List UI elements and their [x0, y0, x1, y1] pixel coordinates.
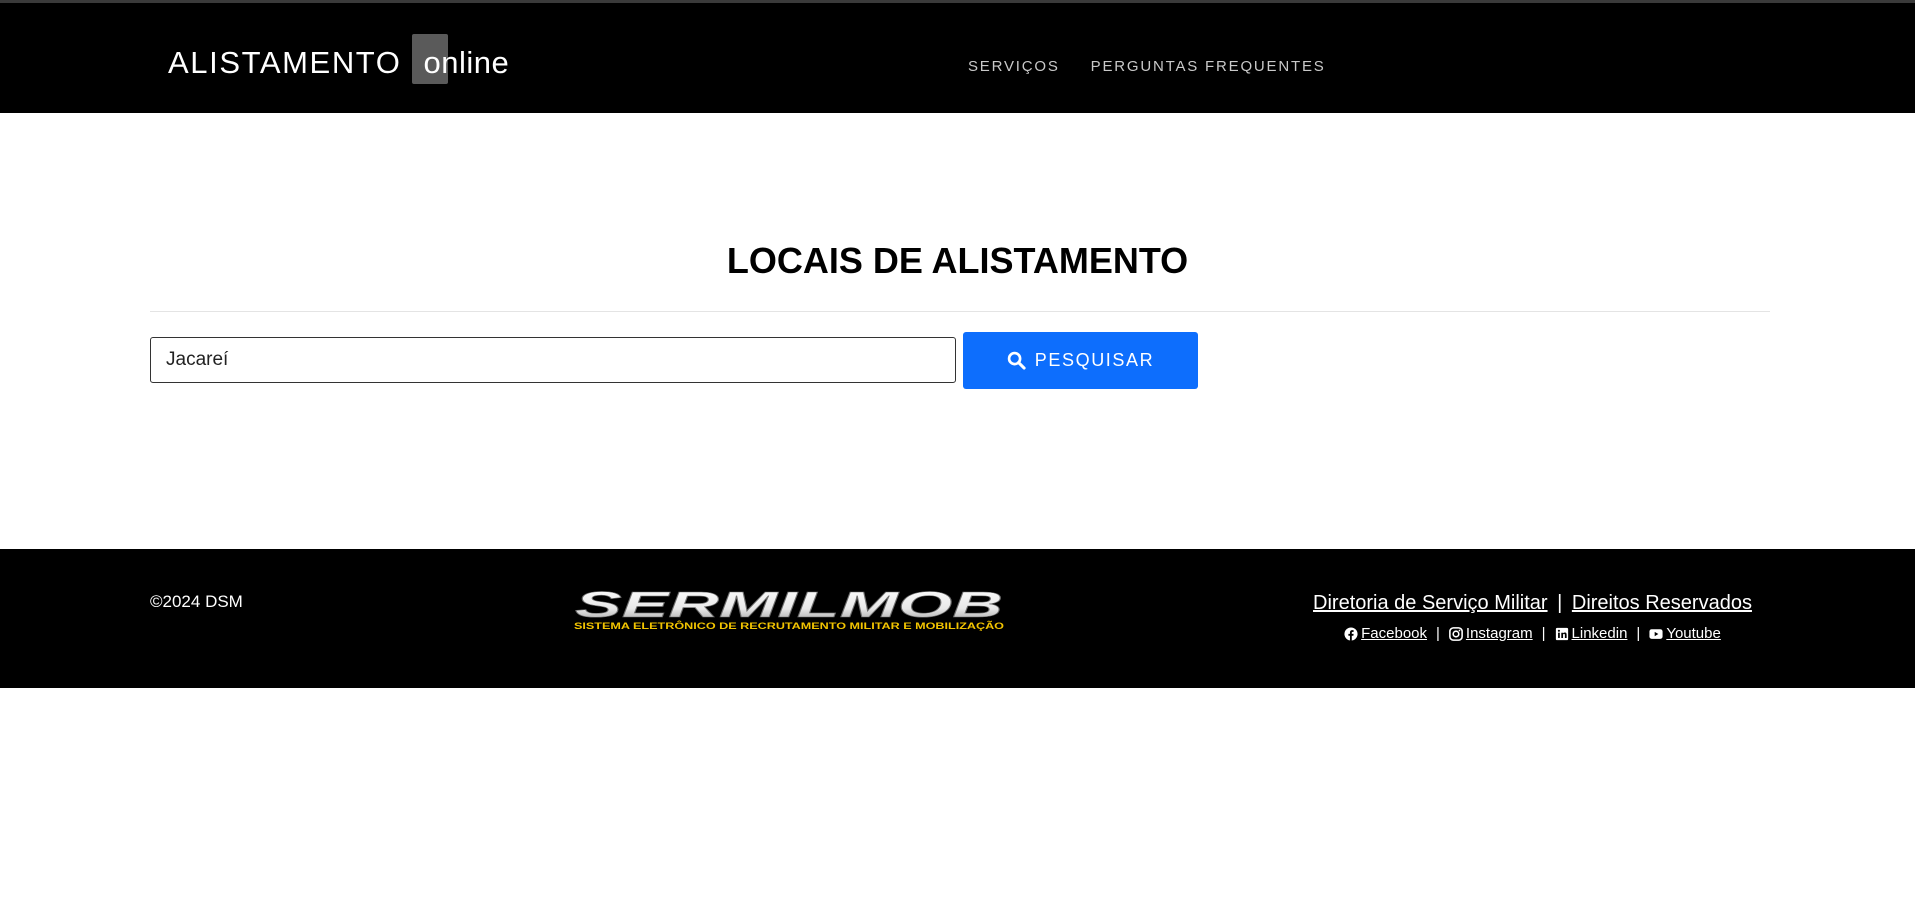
link-separator: |: [1557, 592, 1563, 614]
facebook-icon: [1344, 626, 1358, 641]
footer-links: Diretoria de Serviço Militar | Direitos …: [1200, 592, 1865, 642]
social-label-instagram: Instagram: [1465, 625, 1533, 642]
social-links: Facebook | Instagram | Linkedin | Youtub…: [1200, 625, 1865, 642]
logo-subtitle: SISTEMA ELETRÔNICO DE RECRUTAMENTO MILIT…: [574, 620, 1004, 631]
sermilmob-logo: SERMILMOB SISTEMA ELETRÔNICO DE RECRUTAM…: [574, 589, 1004, 631]
footer-main-links: Diretoria de Serviço Militar | Direitos …: [1200, 592, 1865, 615]
social-separator: |: [1541, 625, 1546, 642]
brand-suffix-text: online: [423, 45, 510, 80]
nav-link-servicos[interactable]: SERVIÇOS: [968, 58, 1060, 75]
link-direitos-reservados[interactable]: Direitos Reservados: [1572, 592, 1752, 614]
social-label-facebook: Facebook: [1361, 625, 1428, 642]
linkedin-icon: [1555, 627, 1568, 640]
brand-logo[interactable]: ALISTAMENTO online: [168, 34, 510, 84]
search-icon: [1007, 351, 1026, 370]
social-label-youtube: Youtube: [1666, 625, 1721, 642]
brand-badge: online: [411, 34, 510, 84]
copyright-text: ©2024 DSM: [150, 592, 243, 611]
logo-wordmark: SERMILMOB: [575, 589, 1003, 625]
youtube-icon: [1649, 628, 1663, 639]
title-divider: [150, 311, 1770, 312]
page-title: LOCAIS DE ALISTAMENTO: [726, 240, 1189, 281]
brand-main-text: ALISTAMENTO: [168, 45, 402, 80]
search-button[interactable]: PESQUISAR: [963, 332, 1198, 389]
social-link-linkedin[interactable]: Linkedin: [1555, 625, 1628, 642]
social-link-facebook[interactable]: Facebook: [1344, 625, 1427, 642]
social-link-instagram[interactable]: Instagram: [1449, 625, 1533, 642]
social-separator: |: [1436, 625, 1440, 642]
link-diretoria-servico-militar[interactable]: Diretoria de Serviço Militar: [1313, 592, 1548, 614]
main-nav: SERVIÇOS PERGUNTAS FREQUENTES: [968, 58, 1326, 75]
social-separator: |: [1636, 625, 1641, 642]
search-button-label: PESQUISAR: [1034, 350, 1155, 370]
instagram-icon: [1449, 626, 1463, 641]
navbar: ALISTAMENTO online SERVIÇOS PERGUNTAS FR…: [0, 3, 1915, 113]
search-input[interactable]: [150, 337, 956, 383]
footer: ©2024 DSM SERMILMOB SISTEMA ELETRÔNICO D…: [0, 549, 1915, 688]
nav-link-perguntas-frequentes[interactable]: PERGUNTAS FREQUENTES: [1091, 58, 1326, 75]
social-link-youtube[interactable]: Youtube: [1649, 625, 1721, 642]
social-label-linkedin: Linkedin: [1571, 625, 1628, 642]
